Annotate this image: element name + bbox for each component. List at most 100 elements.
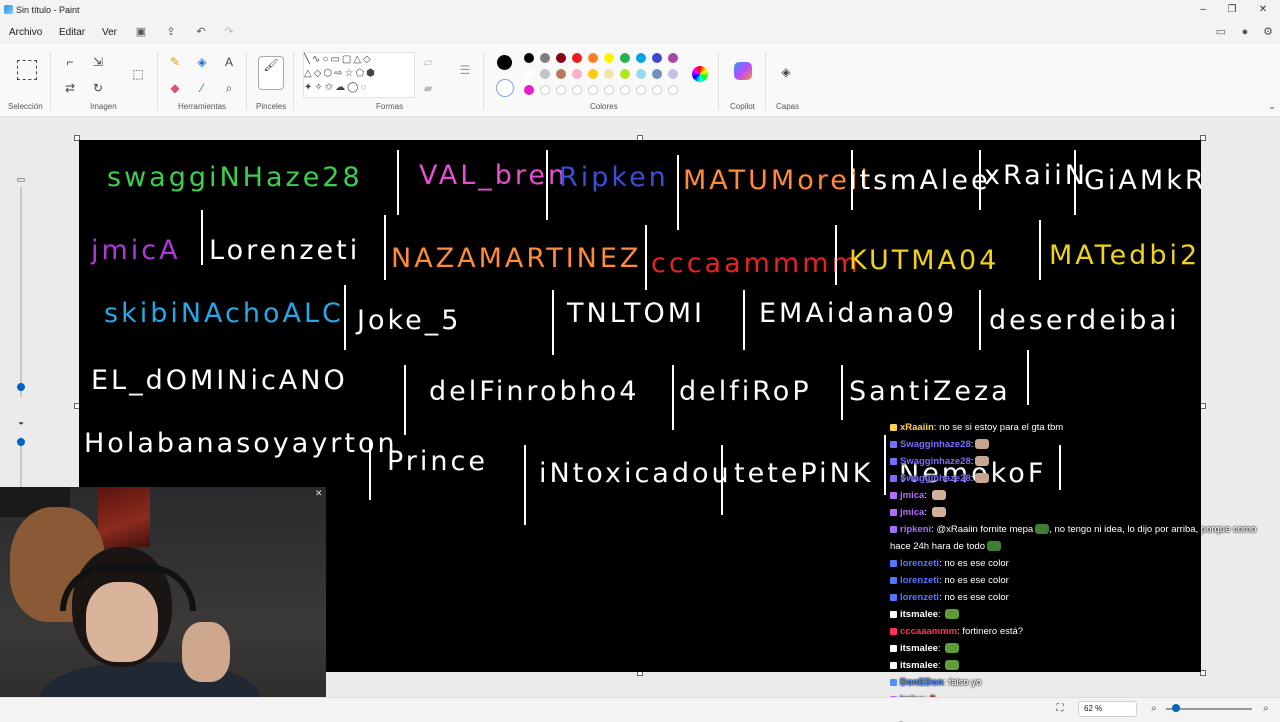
chat-username: cccaaammm xyxy=(900,626,958,637)
canvas-handwritten-name: GiAMkRL xyxy=(1084,165,1201,196)
minimize-button[interactable]: – xyxy=(1196,3,1210,17)
separator-stroke xyxy=(645,225,647,290)
color-swatch[interactable] xyxy=(668,69,678,79)
zoom-slider-thumb[interactable] xyxy=(1172,704,1180,712)
color-swatch[interactable] xyxy=(588,85,598,95)
zoom-in-icon[interactable]: ⌕ xyxy=(1258,701,1274,717)
zoom-select[interactable]: 62 % xyxy=(1078,701,1137,717)
resize-icon[interactable]: ⇲ xyxy=(90,54,106,70)
wall-poster xyxy=(98,487,150,547)
color-swatch[interactable] xyxy=(540,69,550,79)
shapes-gallery[interactable]: ╲∿○▭▢△◇ △◇⬡⇨☆⬠⬢ ✦✧✩☁◯◌ xyxy=(303,52,415,98)
fill-shape-icon[interactable]: ▰ xyxy=(420,80,436,96)
ribbon-divider xyxy=(293,52,294,110)
save-icon[interactable]: ▣ xyxy=(134,25,148,39)
group-label-imagen: Imagen xyxy=(90,102,117,111)
color-swatch[interactable] xyxy=(524,69,534,79)
menu-ver[interactable]: Ver xyxy=(102,27,117,38)
secondary-color[interactable] xyxy=(496,79,514,97)
chat-text: , no tengo ni idea, lo dijo por arriba, … xyxy=(1049,524,1257,535)
maximize-button[interactable]: ❐ xyxy=(1225,3,1239,17)
color-swatch[interactable] xyxy=(620,85,630,95)
color-swatch[interactable] xyxy=(540,85,550,95)
color-swatch[interactable] xyxy=(556,53,566,63)
color-swatch[interactable] xyxy=(572,69,582,79)
shape-size-icon[interactable]: ☰ xyxy=(457,62,473,78)
emote-icon xyxy=(975,439,990,449)
primary-color[interactable] xyxy=(497,55,512,70)
brush-size-slider[interactable] xyxy=(20,187,22,397)
fit-to-window-icon[interactable]: ⛶ xyxy=(1052,701,1068,717)
undo-icon[interactable]: ↶ xyxy=(194,25,208,39)
chat-username: lorenzeti xyxy=(900,575,940,586)
chat-badge-icon xyxy=(890,627,897,635)
crop-icon[interactable]: ⌐ xyxy=(62,54,78,70)
color-swatch[interactable] xyxy=(572,53,582,63)
color-swatch[interactable] xyxy=(636,53,646,63)
eraser-icon[interactable]: ◆ xyxy=(167,80,183,96)
separator-stroke xyxy=(979,150,981,210)
profile-icon[interactable]: ● xyxy=(1238,25,1252,39)
separator-stroke xyxy=(369,440,371,500)
color-swatch[interactable] xyxy=(556,69,566,79)
color-swatch[interactable] xyxy=(604,53,614,63)
opacity-thumb[interactable] xyxy=(17,438,25,446)
color-swatch[interactable] xyxy=(556,85,566,95)
color-swatch[interactable] xyxy=(652,85,662,95)
color-picker-icon[interactable]: ⁄ xyxy=(194,80,210,96)
redo-icon[interactable]: ↷ xyxy=(222,25,236,39)
comment-icon[interactable]: ▭ xyxy=(1214,25,1228,39)
rotate-icon[interactable]: ↻ xyxy=(90,80,106,96)
selection-icon[interactable] xyxy=(17,60,37,80)
separator-stroke xyxy=(1027,350,1029,405)
color-swatch[interactable] xyxy=(588,69,598,79)
color-swatch[interactable] xyxy=(668,85,678,95)
color-swatch[interactable] xyxy=(636,69,646,79)
color-swatch[interactable] xyxy=(524,85,534,95)
copilot-icon[interactable] xyxy=(734,62,752,80)
chat-message: lorenzeti: no es ese color xyxy=(890,592,1009,603)
close-button[interactable]: ✕ xyxy=(1256,3,1270,17)
outline-icon[interactable]: ▱ xyxy=(420,54,436,70)
ribbon-collapse-icon[interactable]: ⌄ xyxy=(1264,98,1280,114)
chat-colon: : xyxy=(938,643,944,654)
color-swatch[interactable] xyxy=(572,85,582,95)
color-swatch[interactable] xyxy=(636,85,646,95)
color-swatch[interactable] xyxy=(524,53,534,63)
magnifier-icon[interactable]: ⌕ xyxy=(221,80,237,96)
chat-text: @xRaaiin fornite mepa xyxy=(936,524,1034,535)
text-icon[interactable]: A xyxy=(221,54,237,70)
share-icon[interactable]: ⇪ xyxy=(164,25,178,39)
close-icon: ✕ xyxy=(315,488,323,498)
chat-username: itsmalee xyxy=(900,609,939,620)
image-select-icon[interactable]: ⬚ xyxy=(130,66,146,82)
pencil-icon[interactable]: ✎ xyxy=(167,54,183,70)
fill-icon[interactable]: ◈ xyxy=(194,54,210,70)
flip-icon[interactable]: ⇄ xyxy=(62,80,78,96)
separator-stroke xyxy=(524,445,526,525)
canvas-handwritten-name: itsmAlee xyxy=(849,165,991,196)
color-swatch[interactable] xyxy=(652,53,662,63)
menu-archivo[interactable]: Archivo xyxy=(9,27,42,38)
color-swatch[interactable] xyxy=(620,69,630,79)
chat-message: Swagginhaze28: xyxy=(890,439,990,450)
edit-colors-icon[interactable] xyxy=(692,66,708,82)
chat-text: no es ese color xyxy=(944,558,1009,569)
settings-icon[interactable]: ⚙ xyxy=(1261,25,1275,39)
chat-message: jmica: xyxy=(890,490,946,501)
menu-editar[interactable]: Editar xyxy=(59,27,85,38)
layers-icon[interactable]: ◈ xyxy=(778,64,794,80)
color-swatch[interactable] xyxy=(604,85,614,95)
separator-stroke xyxy=(546,150,548,220)
brush-size-thumb[interactable] xyxy=(17,383,25,391)
emote-icon xyxy=(945,660,960,671)
canvas-handwritten-name: skibiNAchoALC xyxy=(104,298,344,329)
color-swatch[interactable] xyxy=(540,53,550,63)
brush-icon[interactable]: 🖌 xyxy=(258,56,284,90)
zoom-out-icon[interactable]: ⌕ xyxy=(1146,701,1162,717)
color-swatch[interactable] xyxy=(652,69,662,79)
color-swatch[interactable] xyxy=(604,69,614,79)
color-swatch[interactable] xyxy=(588,53,598,63)
color-swatch[interactable] xyxy=(620,53,630,63)
color-swatch[interactable] xyxy=(668,53,678,63)
